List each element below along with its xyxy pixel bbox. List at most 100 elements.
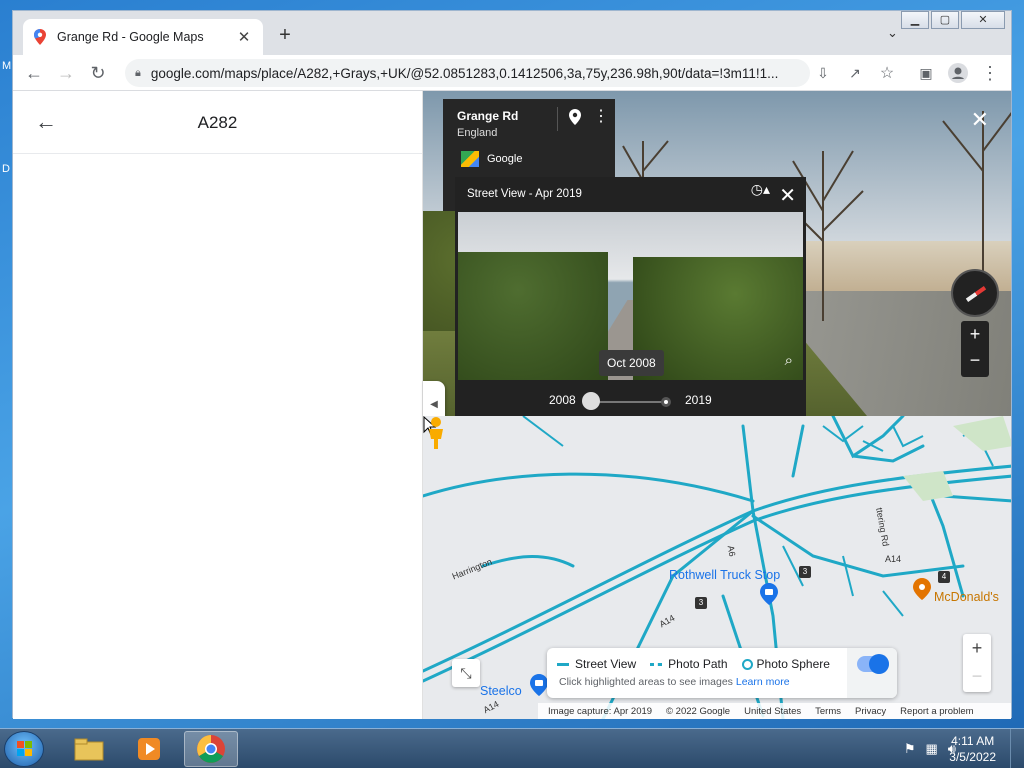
close-time-machine-icon[interactable]: ✕	[779, 183, 796, 208]
address-bar[interactable]: 🔒︎ google.com/maps/place/A282,+Grays,+UK…	[125, 59, 810, 87]
junction-shield-3-west: 3	[695, 597, 707, 609]
compass-icon[interactable]	[951, 269, 999, 317]
page-content: ← A282 Grange Rd England ⋮ Google ✕ + − …	[13, 91, 1011, 719]
taskbar-media-player-icon[interactable]	[122, 731, 176, 767]
street-view-line-icon	[557, 663, 569, 667]
close-street-view-icon[interactable]: ✕	[971, 107, 989, 133]
map-zoom-control: + −	[963, 634, 991, 692]
browser-toolbar: ← → ↻ 🔒︎ google.com/maps/place/A282,+Gra…	[13, 55, 1011, 91]
zoom-out-icon[interactable]: −	[961, 347, 989, 373]
map-label-mcdonalds[interactable]: McDonald's	[934, 590, 999, 604]
card-divider	[557, 107, 558, 131]
road-label-a14-right: A14	[885, 554, 902, 564]
action-center-flag-icon[interactable]: ⚑	[904, 741, 916, 757]
junction-shield-3-east: 3	[799, 566, 811, 578]
slider-track[interactable]	[593, 401, 669, 403]
map-view[interactable]: Rothwell Truck Stop Steelco McDonald's H…	[423, 416, 1011, 719]
road-label-a6: A6	[725, 544, 738, 558]
tab-title: Grange Rd - Google Maps	[57, 30, 204, 44]
browser-window: Grange Rd - Google Maps ✕ + ⌄ ▁ ▢ ✕ ← → …	[12, 10, 1012, 719]
clock-date: 3/5/2022	[949, 750, 996, 764]
time-machine-popup: ◷▴ Street View - Apr 2019 ✕ Oct 2008 ⌕ 2…	[455, 177, 806, 425]
tab-search-chevron-icon[interactable]: ⌄	[887, 25, 898, 41]
report-problem-link[interactable]: Report a problem	[900, 706, 973, 717]
maximize-button[interactable]: ▢	[931, 11, 959, 29]
window-controls: ▁ ▢ ✕	[901, 11, 1005, 29]
desktop-icon-label-d[interactable]: D	[2, 163, 10, 175]
maps-pin-icon	[33, 29, 47, 45]
reload-icon[interactable]: ↻	[83, 58, 113, 88]
image-capture-date: Image capture: Apr 2019	[548, 705, 653, 717]
taskbar-chrome-icon[interactable]	[184, 731, 238, 767]
minimize-button[interactable]: ▁	[901, 11, 929, 29]
pegman-icon[interactable]	[423, 416, 449, 450]
slider-end-year: 2019	[685, 393, 712, 407]
history-clock-icon[interactable]: ◷▴	[751, 181, 770, 197]
privacy-link[interactable]: Privacy	[855, 706, 886, 717]
exit-fullscreen-icon[interactable]: ⤡	[452, 659, 480, 687]
start-button[interactable]	[4, 731, 44, 767]
network-icon[interactable]: ▦	[926, 741, 938, 757]
country-link[interactable]: United States	[744, 706, 801, 717]
slider-end-marker[interactable]	[661, 397, 671, 407]
truck-stop-poi-icon[interactable]	[760, 583, 778, 605]
taskbar-clock[interactable]: 4:11 AM 3/5/2022	[949, 733, 996, 765]
copyright-text: © 2022 Google	[666, 705, 731, 717]
provider-name: Google	[487, 153, 523, 165]
street-view-legend: Street View Photo Path Photo Sphere Clic…	[547, 648, 897, 698]
more-options-icon[interactable]: ⋮	[593, 109, 609, 125]
side-panel-icon[interactable]: ▣	[911, 58, 941, 88]
lock-icon[interactable]: 🔒︎	[135, 67, 141, 80]
terms-link[interactable]: Terms	[815, 706, 841, 717]
zoom-in-icon[interactable]: +	[961, 321, 989, 347]
google-maps-logo-icon	[461, 151, 479, 167]
forward-arrow-icon[interactable]: →	[51, 58, 81, 88]
taskbar: ⚑ ▦ 🔊︎ 4:11 AM 3/5/2022	[0, 728, 1024, 768]
system-tray: ⚑ ▦ 🔊︎	[904, 741, 956, 757]
slider-handle[interactable]	[582, 392, 600, 410]
zoom-magnifier-icon[interactable]: ⌕	[785, 352, 793, 369]
panel-title: A282	[197, 113, 238, 132]
left-panel-header: ← A282	[13, 91, 422, 154]
bookmark-star-icon[interactable]: ☆	[872, 58, 902, 88]
profile-avatar-icon[interactable]	[943, 58, 973, 88]
street-view-layer-toggle[interactable]	[857, 654, 889, 674]
map-zoom-out-icon[interactable]: −	[963, 662, 991, 690]
clock-time: 4:11 AM	[951, 734, 995, 748]
steelco-poi-icon[interactable]	[530, 674, 548, 696]
tab-close-icon[interactable]: ✕	[235, 28, 253, 46]
mcdonalds-poi-icon[interactable]	[913, 578, 931, 600]
legend-photo-path: Photo Path	[650, 657, 728, 671]
historical-image-preview[interactable]: Oct 2008 ⌕	[458, 212, 803, 380]
menu-kebab-icon[interactable]: ⋮	[975, 58, 1005, 88]
tab-google-maps[interactable]: Grange Rd - Google Maps ✕	[23, 19, 263, 55]
close-window-button[interactable]: ✕	[961, 11, 1005, 29]
street-view-zoom-control: + −	[961, 321, 989, 377]
show-desktop-button[interactable]	[1010, 729, 1024, 768]
map-label-steelco[interactable]: Steelco	[480, 684, 522, 698]
back-arrow-icon[interactable]: ←	[19, 58, 49, 88]
url-text[interactable]: google.com/maps/place/A282,+Grays,+UK/@5…	[151, 66, 810, 81]
time-machine-title: Street View - Apr 2019	[467, 188, 582, 200]
slider-start-year: 2008	[549, 393, 576, 407]
legend-street-view: Street View	[557, 657, 636, 671]
map-attribution-bar: Image capture: Apr 2019 © 2022 Google Un…	[538, 703, 1011, 719]
map-zoom-in-icon[interactable]: +	[963, 634, 991, 662]
junction-shield-4: 4	[938, 571, 950, 583]
taskbar-explorer-icon[interactable]	[62, 731, 116, 767]
share-icon[interactable]: ↗	[840, 58, 870, 88]
photo-sphere-circle-icon	[741, 659, 753, 671]
desktop-icon-label-m[interactable]: M	[2, 60, 11, 72]
install-app-icon[interactable]: ⇩	[808, 58, 838, 88]
learn-more-link[interactable]: Learn more	[736, 676, 790, 688]
google-provider: Google	[461, 151, 522, 167]
new-tab-button[interactable]: +	[273, 24, 297, 47]
date-tooltip: Oct 2008	[599, 350, 664, 376]
left-panel: ← A282	[13, 91, 423, 719]
location-pin-icon[interactable]	[569, 109, 581, 130]
legend-hint: Click highlighted areas to see images Le…	[559, 676, 790, 688]
left-hedge	[458, 252, 608, 380]
map-label-rothwell-truck-stop[interactable]: Rothwell Truck Stop	[669, 568, 780, 582]
tab-strip: Grange Rd - Google Maps ✕ + ⌄ ▁ ▢ ✕	[13, 11, 1011, 55]
photo-path-dots-icon	[650, 663, 663, 667]
